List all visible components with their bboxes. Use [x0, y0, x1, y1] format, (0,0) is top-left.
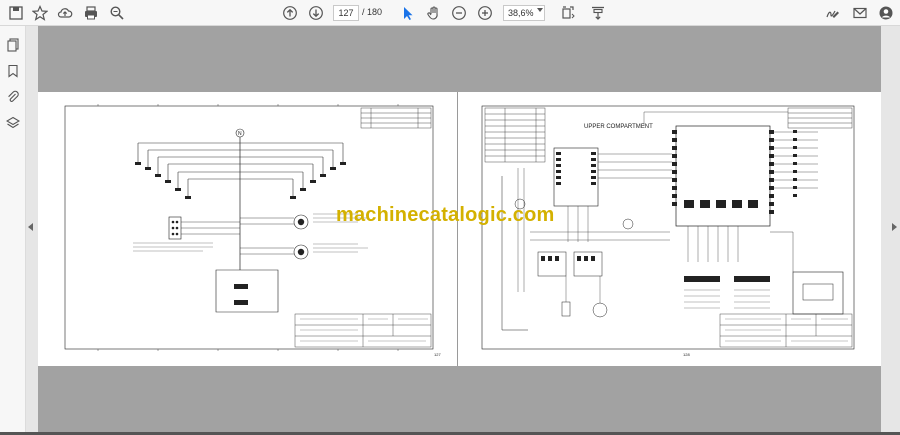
page-up-icon[interactable]	[280, 3, 300, 23]
right-page-number: 128	[683, 352, 690, 357]
left-page-number: 127	[434, 352, 441, 357]
zoom-out-icon[interactable]	[449, 3, 469, 23]
mail-icon[interactable]	[850, 3, 870, 23]
save-icon[interactable]	[6, 3, 26, 23]
page-down-icon[interactable]	[306, 3, 326, 23]
previous-page-arrow-icon[interactable]	[28, 223, 33, 231]
watermark-text: machinecatalogic.com	[336, 204, 555, 226]
page-background-bottom	[38, 366, 881, 435]
bookmark-icon[interactable]	[4, 62, 22, 80]
document-viewer[interactable]: N 127 UPPER COMPARTMENT 128	[26, 26, 900, 435]
print-icon[interactable]	[81, 3, 101, 23]
chevron-down-icon[interactable]	[537, 8, 543, 12]
page-number-input[interactable]: 127	[333, 5, 359, 21]
page-total: / 180	[362, 7, 383, 17]
bookmark-star-icon[interactable]	[30, 3, 50, 23]
pdf-page-right: UPPER COMPARTMENT 128	[458, 92, 881, 366]
next-page-arrow-icon[interactable]	[892, 223, 897, 231]
zoom-in-icon[interactable]	[475, 3, 495, 23]
pages-icon[interactable]	[4, 36, 22, 54]
sign-icon[interactable]	[823, 3, 843, 23]
wiring-diagram-left: N 127	[64, 104, 441, 357]
select-cursor-icon[interactable]	[398, 3, 418, 23]
node-n-label: N	[238, 131, 242, 137]
cloud-upload-icon[interactable]	[55, 3, 75, 23]
pdf-page-left: N 127	[38, 92, 457, 366]
layers-icon[interactable]	[4, 114, 22, 132]
zoom-search-icon[interactable]	[107, 3, 127, 23]
upper-compartment-label: UPPER COMPARTMENT	[584, 124, 653, 130]
fit-page-icon[interactable]	[558, 3, 578, 23]
attachment-icon[interactable]	[4, 88, 22, 106]
download-icon[interactable]	[588, 3, 608, 23]
page-background-top	[38, 26, 881, 92]
hand-icon[interactable]	[424, 3, 444, 23]
left-sidebar	[0, 26, 26, 435]
wiring-diagram-right: UPPER COMPARTMENT 128	[481, 105, 855, 357]
account-icon[interactable]	[876, 3, 896, 23]
toolbar: 127 / 180 38,6%	[0, 0, 900, 26]
